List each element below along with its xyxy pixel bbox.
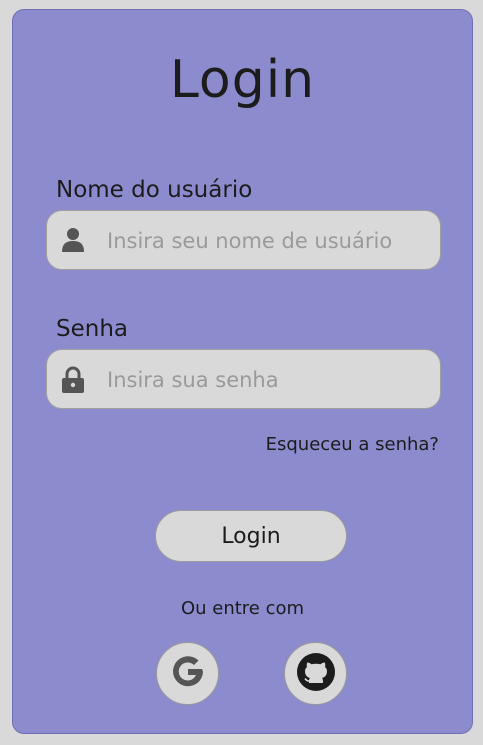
- github-login-button[interactable]: [284, 642, 347, 705]
- user-icon: [61, 227, 85, 253]
- username-field[interactable]: [46, 210, 441, 270]
- login-button[interactable]: Login: [155, 510, 347, 562]
- username-input[interactable]: [105, 223, 429, 259]
- page-title: Login: [169, 50, 316, 110]
- google-login-button[interactable]: [156, 642, 219, 705]
- alt-login-text: Ou entre com: [180, 598, 305, 619]
- lock-icon: [61, 366, 85, 393]
- password-label: Senha: [56, 316, 128, 342]
- google-icon: [169, 653, 207, 695]
- login-card: Login Nome do usuário Senha Esqueceu a s…: [12, 9, 473, 734]
- github-icon: [296, 652, 336, 696]
- password-input[interactable]: [105, 362, 429, 398]
- username-label: Nome do usuário: [56, 177, 253, 203]
- forgot-password-link[interactable]: Esqueceu a senha?: [266, 434, 439, 455]
- password-field[interactable]: [46, 349, 441, 409]
